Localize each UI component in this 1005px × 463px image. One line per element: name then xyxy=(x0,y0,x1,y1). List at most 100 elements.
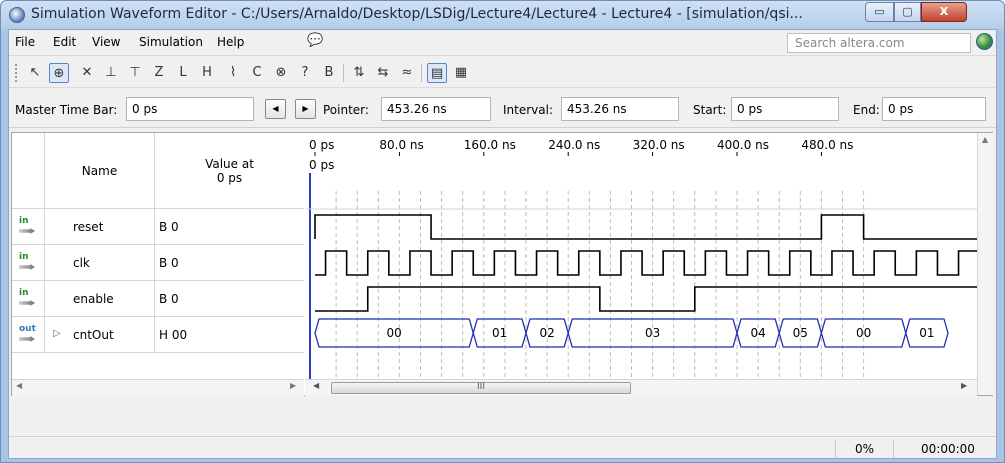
title-bar[interactable]: Simulation Waveform Editor - C:/Users/Ar… xyxy=(1,1,1004,29)
pin-type-label: out xyxy=(19,324,36,334)
pin-cell: out xyxy=(12,317,45,353)
count-value-icon[interactable]: C xyxy=(247,63,267,83)
end-field[interactable]: 0 ps xyxy=(882,97,986,121)
menu-bar: File Edit View Simulation Help 💬 Search … xyxy=(9,30,996,56)
signal-row-enable[interactable]: in enable B 0 xyxy=(12,281,304,317)
close-button[interactable]: X xyxy=(921,2,967,22)
sort-icon[interactable]: ⇅ xyxy=(349,63,369,83)
invert-icon[interactable]: ⌇ xyxy=(223,63,243,83)
menu-file[interactable]: File xyxy=(15,35,35,49)
scroll-up-arrow[interactable]: ▲ xyxy=(982,135,988,144)
signal-name: enable xyxy=(73,292,114,306)
scroll-right-arrow[interactable]: ▶ xyxy=(290,381,296,390)
cntout-bus-value: 01 xyxy=(492,326,507,340)
signal-row-clk[interactable]: in clk B 0 xyxy=(12,245,304,281)
signal-list: Name Value at 0 ps in reset B 0 in clk B… xyxy=(12,133,304,396)
input-pin-icon: in xyxy=(19,253,39,273)
scroll-right-arrow[interactable]: ▶ xyxy=(961,381,967,390)
scrollbar-thumb[interactable]: III xyxy=(331,382,631,394)
zoom-tool-icon[interactable]: ⊕ xyxy=(49,63,69,83)
force-high-icon[interactable]: ⊤ xyxy=(125,63,145,83)
enable-waveform xyxy=(315,286,977,312)
time-label: 0 ps xyxy=(309,138,334,152)
force-weak-low-icon[interactable]: L xyxy=(173,63,193,83)
input-pin-icon: in xyxy=(19,289,39,309)
waveform-horizontal-scrollbar[interactable]: ◀ III ▶ xyxy=(305,379,977,396)
menu-simulation[interactable]: Simulation xyxy=(139,35,203,49)
toolbar-grip[interactable] xyxy=(15,64,18,82)
name-column-header[interactable]: Name xyxy=(45,133,155,209)
start-field[interactable]: 0 ps xyxy=(731,97,839,121)
elapsed-time: 00:00:00 xyxy=(921,442,975,456)
maximize-button[interactable]: ▢ xyxy=(894,2,921,22)
signal-name: reset xyxy=(73,220,104,234)
pointer-label: Pointer: xyxy=(323,103,369,117)
scroll-left-arrow[interactable]: ◀ xyxy=(16,381,22,390)
value-column-header[interactable]: Value at 0 ps xyxy=(155,133,304,209)
display-group-icon[interactable]: ▦ xyxy=(451,63,471,83)
waveform-view[interactable]: 0 ps 80.0 ns 160.0 ns 240.0 ns 320.0 ns 400.0… xyxy=(305,133,993,396)
waveform-vertical-scrollbar[interactable]: ▲ xyxy=(977,133,993,395)
pointer-tool-icon[interactable]: ↖ xyxy=(25,63,45,83)
pin-type-header xyxy=(12,133,45,209)
feedback-icon[interactable]: 💬 xyxy=(307,33,323,48)
force-high-impedance-icon[interactable]: Z xyxy=(149,63,169,83)
time-label: 160.0 ns xyxy=(464,138,516,152)
name-cell: reset xyxy=(45,209,155,245)
value-cell: H 00 xyxy=(155,317,304,353)
filter-icon[interactable]: ▤ xyxy=(427,63,447,83)
globe-icon[interactable] xyxy=(976,33,993,50)
quartus-app-icon xyxy=(9,7,25,23)
time-label: 240.0 ns xyxy=(548,138,600,152)
time-bar: Master Time Bar: 0 ps ◀ ▶ Pointer: 453.2… xyxy=(9,90,996,128)
value-cell: B 0 xyxy=(155,281,304,317)
menu-view[interactable]: View xyxy=(92,35,120,49)
force-low-icon[interactable]: ⊥ xyxy=(101,63,121,83)
waveform-canvas[interactable]: 0 ps 80.0 ns 160.0 ns 240.0 ns 320.0 ns 400.0… xyxy=(305,133,981,379)
expand-arrow-icon[interactable]: ▷ xyxy=(53,328,61,339)
signal-name: clk xyxy=(73,256,90,270)
signal-list-scrollbar[interactable]: ◀ ▶ xyxy=(12,379,304,396)
waveform-panel: Name Value at 0 ps in reset B 0 in clk B… xyxy=(11,132,993,396)
cursor-label: 0 ps xyxy=(309,158,334,172)
name-cell: ▷ cntOut xyxy=(45,317,155,353)
time-label: 400.0 ns xyxy=(717,138,769,152)
reset-waveform xyxy=(314,214,977,240)
signal-value: B 0 xyxy=(159,220,179,234)
value-cell: B 0 xyxy=(155,209,304,245)
next-transition-button[interactable]: ▶ xyxy=(295,99,316,119)
force-weak-high-icon[interactable]: H xyxy=(197,63,217,83)
grid-size-icon[interactable]: ≈ xyxy=(397,63,417,83)
signal-value: B 0 xyxy=(159,256,179,270)
clk-waveform xyxy=(315,250,981,276)
minimize-button[interactable]: ▭ xyxy=(865,2,894,22)
force-unknown-icon[interactable]: ✕ xyxy=(77,63,97,83)
random-values-icon[interactable]: ? xyxy=(295,63,315,83)
time-label: 320.0 ns xyxy=(633,138,685,152)
pin-type-label: in xyxy=(19,252,29,262)
interval-field[interactable]: 453.26 ns xyxy=(561,97,679,121)
status-divider xyxy=(893,440,894,458)
status-divider xyxy=(835,440,836,458)
cntout-bus-value: 01 xyxy=(919,326,934,340)
toolbar: ↖ ⊕ ✕ ⊥ ⊤ Z L H ⌇ C ⊗ ? B ⇅ ⇆ ≈ ▤ ▦ xyxy=(9,56,996,88)
overwrite-clock-icon[interactable]: ⊗ xyxy=(271,63,291,83)
cntout-bus-value: 00 xyxy=(386,326,401,340)
signal-row-reset[interactable]: in reset B 0 xyxy=(12,209,304,245)
search-input[interactable]: Search altera.com xyxy=(787,33,971,53)
interval-label: Interval: xyxy=(503,103,553,117)
menu-help[interactable]: Help xyxy=(217,35,244,49)
arbitrary-value-icon[interactable]: B xyxy=(319,63,339,83)
master-time-bar-field[interactable]: 0 ps xyxy=(126,97,254,121)
menu-edit[interactable]: Edit xyxy=(53,35,76,49)
pointer-field[interactable]: 453.26 ns xyxy=(381,97,491,121)
value-header-line1: Value at xyxy=(205,156,254,171)
scroll-left-arrow[interactable]: ◀ xyxy=(313,381,319,390)
input-pin-icon: in xyxy=(19,217,39,237)
signal-row-cntout[interactable]: out ▷ cntOut H 00 xyxy=(12,317,304,353)
prev-transition-button[interactable]: ◀ xyxy=(265,99,286,119)
value-header-line2: 0 ps xyxy=(216,170,243,185)
snap-to-grid-icon[interactable]: ⇆ xyxy=(373,63,393,83)
toolbar-separator xyxy=(421,64,422,82)
toolbar-separator xyxy=(343,64,344,82)
